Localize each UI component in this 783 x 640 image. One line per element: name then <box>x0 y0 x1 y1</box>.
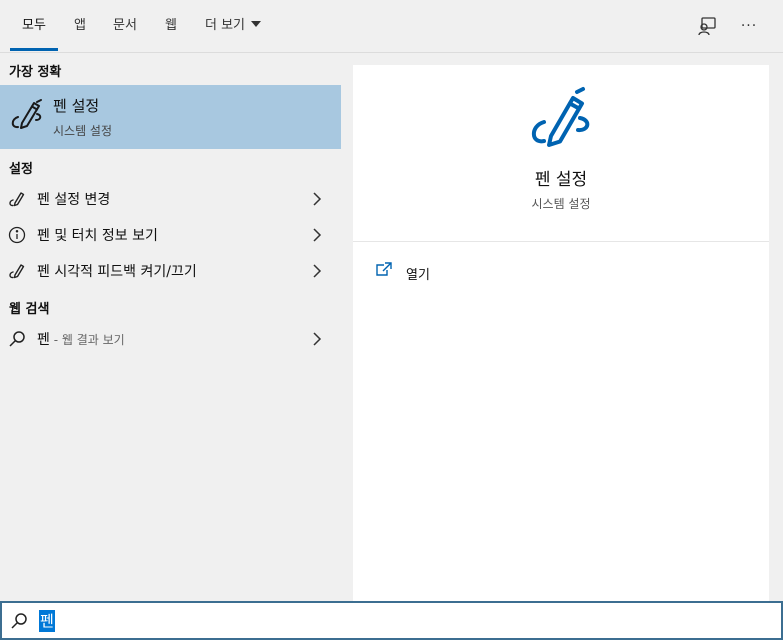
chevron-right-icon[interactable] <box>311 262 323 284</box>
tab-label: 문서 <box>113 18 137 33</box>
web-search-item[interactable]: 펜 - 웹 결과 보기 <box>0 321 341 357</box>
best-match-title: 펜 설정 <box>53 97 100 115</box>
pen-icon <box>8 190 26 208</box>
search-input-value[interactable]: 펜 <box>39 610 55 632</box>
section-title-web-search: 웹 검색 <box>9 302 50 317</box>
web-search-hint: - 웹 결과 보기 <box>49 333 125 347</box>
search-icon <box>8 330 26 348</box>
section-title-settings: 설정 <box>9 162 33 177</box>
tab-web[interactable]: 웹 <box>165 0 177 53</box>
tab-apps[interactable]: 앱 <box>74 0 86 53</box>
info-icon <box>8 226 26 244</box>
settings-item-visual-feedback[interactable]: 펜 시각적 피드백 켜기/끄기 <box>0 253 341 289</box>
pen-icon <box>525 84 595 158</box>
open-label: 열기 <box>406 268 430 283</box>
settings-item-label: 펜 설정 변경 <box>37 192 111 208</box>
tab-label: 더 보기 <box>205 18 246 33</box>
open-icon <box>375 261 393 283</box>
results-panel: 가장 정확 펜 설정 시스템 설정 설정 펜 설정 변경 펜 및 터치 정보 보… <box>0 53 341 601</box>
settings-item-label: 펜 시각적 피드백 켜기/끄기 <box>37 264 197 280</box>
more-label: ··· <box>740 18 758 34</box>
chevron-right-icon[interactable] <box>311 226 323 248</box>
search-box[interactable]: 펜 <box>0 601 783 640</box>
more-options-icon[interactable]: ··· <box>737 14 761 38</box>
search-icon <box>10 612 28 634</box>
detail-panel: 펜 설정 시스템 설정 열기 <box>353 65 769 601</box>
pen-icon <box>8 262 26 280</box>
feedback-icon[interactable] <box>695 14 719 38</box>
web-search-label: 펜 - 웹 결과 보기 <box>37 329 125 349</box>
best-match-subtitle: 시스템 설정 <box>53 124 113 138</box>
detail-title: 펜 설정 <box>534 170 588 190</box>
chevron-down-icon <box>251 21 262 27</box>
tab-more[interactable]: 더 보기 <box>205 0 262 53</box>
settings-item-label: 펜 및 터치 정보 보기 <box>37 228 158 244</box>
divider <box>353 241 769 242</box>
settings-item-change-pen[interactable]: 펜 설정 변경 <box>0 181 341 217</box>
tab-label: 모두 <box>22 18 46 33</box>
top-tab-bar: 모두 앱 문서 웹 더 보기 ··· <box>0 0 783 53</box>
section-title-best-match: 가장 정확 <box>9 65 62 80</box>
web-search-term: 펜 <box>37 332 50 348</box>
detail-subtitle: 시스템 설정 <box>531 197 591 211</box>
chevron-right-icon[interactable] <box>311 190 323 212</box>
settings-item-pen-touch-info[interactable]: 펜 및 터치 정보 보기 <box>0 217 341 253</box>
tab-documents[interactable]: 문서 <box>113 0 137 53</box>
tab-label: 앱 <box>74 18 86 33</box>
tab-all[interactable]: 모두 <box>10 0 58 53</box>
best-match-item[interactable]: 펜 설정 시스템 설정 <box>0 85 341 149</box>
chevron-right-icon[interactable] <box>311 330 323 352</box>
pen-icon <box>8 97 44 137</box>
background-edge <box>776 53 783 601</box>
tab-label: 웹 <box>165 18 177 33</box>
